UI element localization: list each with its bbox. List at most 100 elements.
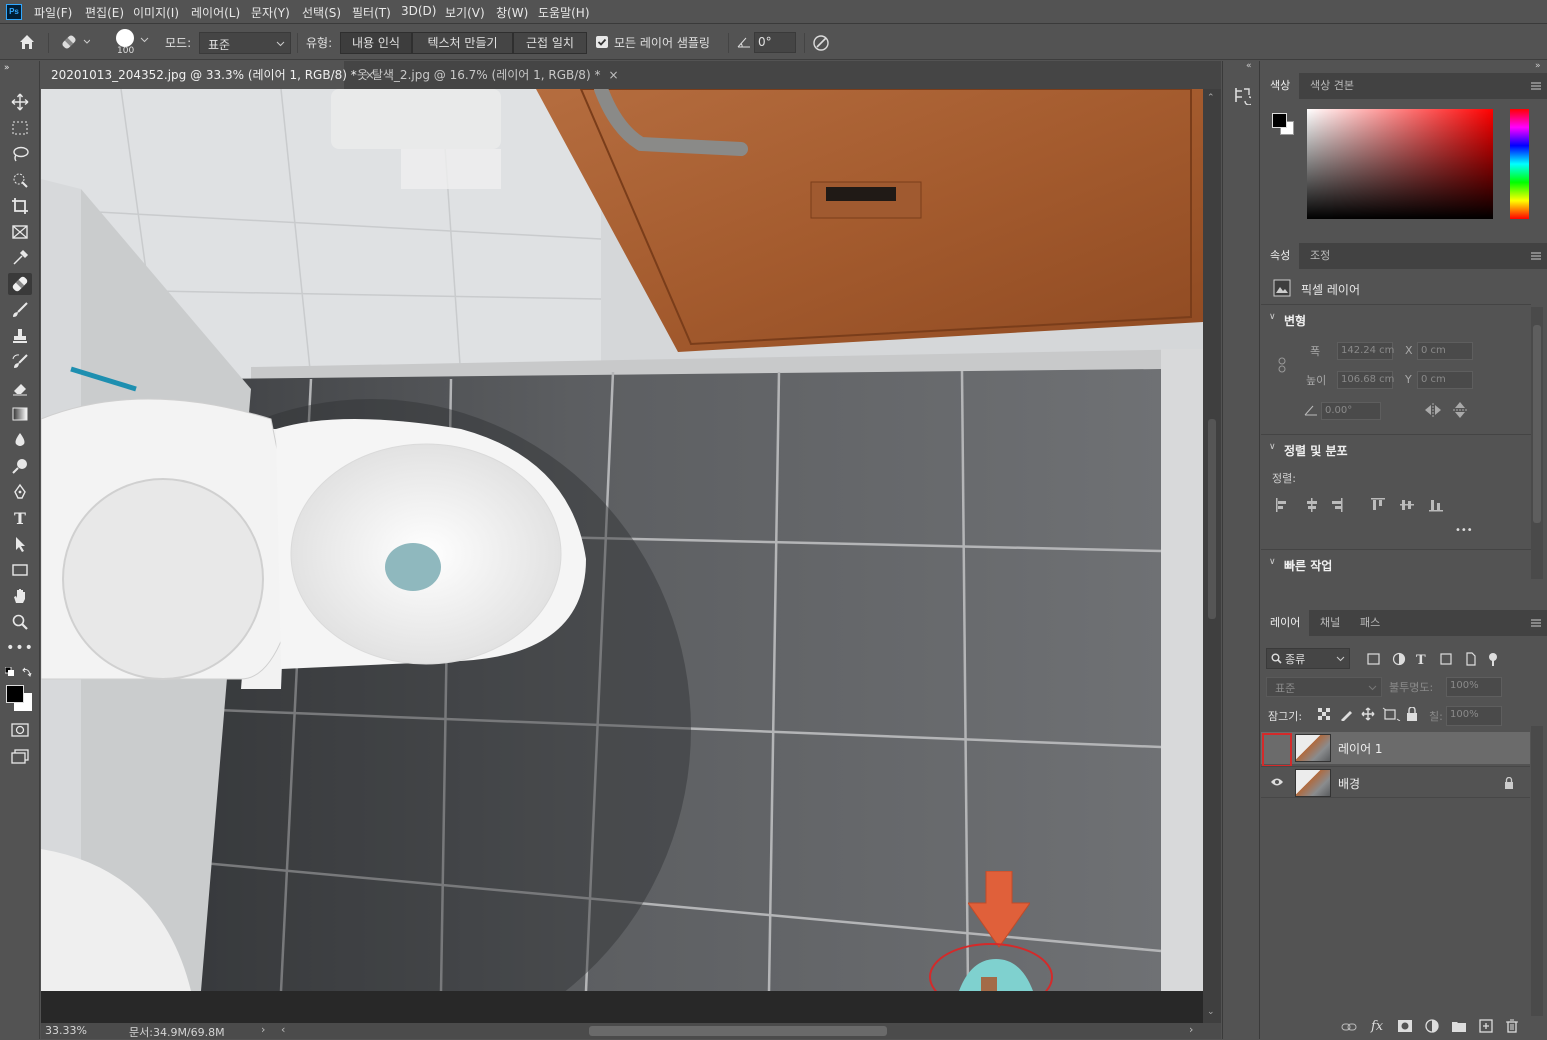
tab-adjustments[interactable]: 조정 (1301, 243, 1339, 269)
scroll-down-icon[interactable]: ⌄ (1207, 1007, 1215, 1017)
type-proximity-match-button[interactable]: 근접 일치 (513, 32, 587, 54)
height-field[interactable]: 106.68 cm (1337, 371, 1394, 389)
properties-scrollbar[interactable] (1531, 307, 1543, 579)
color-fg-swatch[interactable] (1272, 113, 1287, 128)
blend-mode-select[interactable]: 표준 (1266, 677, 1382, 697)
adjustment-layer-icon[interactable] (1425, 1019, 1439, 1033)
new-layer-icon[interactable] (1479, 1019, 1493, 1033)
link-icon[interactable] (1277, 357, 1287, 373)
move-tool-icon[interactable] (8, 91, 32, 113)
more-tools-icon[interactable]: ••• (6, 637, 33, 659)
clone-stamp-tool-icon[interactable] (8, 325, 32, 347)
panel-menu-icon[interactable] (1531, 618, 1541, 628)
color-picker-field[interactable] (1307, 109, 1493, 219)
new-group-icon[interactable] (1452, 1020, 1466, 1032)
layers-scrollbar[interactable] (1531, 726, 1543, 1016)
scroll-right-icon[interactable]: › (1189, 1023, 1193, 1036)
more-options-icon[interactable]: ••• (1455, 525, 1473, 536)
history-brush-tool-icon[interactable] (8, 351, 32, 373)
history-panel-icon[interactable] (1233, 85, 1251, 105)
pen-tool-icon[interactable] (8, 481, 32, 503)
canvas-area[interactable]: ⌃ ⌄ (41, 89, 1221, 1023)
chevron-down-icon[interactable]: ∨ (1269, 312, 1276, 322)
menu-layer[interactable]: 레이어(L) (191, 4, 240, 21)
zoom-tool-icon[interactable] (8, 611, 32, 633)
gradient-tool-icon[interactable] (8, 403, 32, 425)
panel-menu-icon[interactable] (1531, 81, 1541, 91)
scroll-thumb[interactable] (1208, 419, 1216, 619)
tab-layers[interactable]: 레이어 (1261, 610, 1310, 636)
panel-menu-icon[interactable] (1531, 251, 1541, 261)
marquee-tool-icon[interactable] (8, 117, 32, 139)
flip-vertical-icon[interactable] (1453, 401, 1467, 419)
hand-tool-icon[interactable] (8, 585, 32, 607)
menu-window[interactable]: 창(W) (496, 4, 528, 21)
swap-colors-icon[interactable] (22, 667, 32, 677)
screen-mode-icon[interactable] (8, 745, 32, 767)
type-create-texture-button[interactable]: 텍스처 만들기 (412, 32, 513, 54)
quick-mask-icon[interactable] (8, 719, 32, 741)
eraser-tool-icon[interactable] (8, 377, 32, 399)
dodge-tool-icon[interactable] (8, 455, 32, 477)
rotation-field[interactable]: 0.00° (1321, 402, 1381, 420)
opacity-field[interactable]: 100% (1446, 677, 1502, 697)
hue-slider[interactable] (1510, 109, 1529, 219)
menu-help[interactable]: 도움말(H) (538, 4, 590, 21)
x-field[interactable]: 0 cm (1417, 342, 1473, 360)
tab-swatches[interactable]: 색상 견본 (1301, 73, 1363, 99)
menu-type[interactable]: 문자(Y) (251, 4, 290, 21)
path-selection-tool-icon[interactable] (8, 533, 32, 555)
chevron-right-icon[interactable]: › (261, 1023, 265, 1036)
blur-tool-icon[interactable] (8, 429, 32, 451)
fx-icon[interactable]: fx (1371, 1019, 1383, 1034)
healing-brush-tool-icon[interactable] (8, 273, 32, 295)
horizontal-scroll-thumb[interactable] (589, 1026, 887, 1036)
tab-properties[interactable]: 속성 (1261, 243, 1300, 269)
quick-selection-tool-icon[interactable] (8, 169, 32, 191)
bathroom-photo[interactable] (41, 89, 1203, 991)
eyedropper-tool-icon[interactable] (8, 247, 32, 269)
link-layers-icon[interactable] (1341, 1021, 1357, 1033)
delete-layer-icon[interactable] (1506, 1019, 1518, 1033)
vertical-scrollbar[interactable]: ⌃ ⌄ (1203, 89, 1221, 1023)
menu-file[interactable]: 파일(F) (34, 4, 72, 21)
tab-document-2[interactable]: 옷 탈색_2.jpg @ 16.7% (레이어 1, RGB/8) * × (347, 61, 619, 89)
chevron-down-icon[interactable] (140, 37, 149, 43)
flip-horizontal-icon[interactable] (1424, 403, 1442, 417)
eye-icon[interactable] (1270, 777, 1284, 787)
foreground-color-swatch[interactable] (6, 685, 24, 703)
tab-channels[interactable]: 채널 (1311, 610, 1349, 636)
collapse-icon[interactable]: » (4, 63, 10, 73)
layer-name[interactable]: 배경 (1338, 775, 1360, 792)
frame-tool-icon[interactable] (8, 221, 32, 243)
mode-select[interactable]: 표준 (199, 32, 291, 54)
healing-brush-preset-icon[interactable] (60, 33, 90, 51)
tab-document-1[interactable]: 20201013_204352.jpg @ 33.3% (레이어 1, RGB/… (41, 61, 375, 89)
y-field[interactable]: 0 cm (1417, 371, 1473, 389)
menu-view[interactable]: 보기(V) (445, 4, 485, 21)
tab-paths[interactable]: 패스 (1351, 610, 1389, 636)
menu-select[interactable]: 선택(S) (302, 4, 341, 21)
angle-input[interactable]: 0° (754, 32, 796, 53)
expand-icon[interactable]: « (1246, 61, 1252, 71)
scroll-left-icon[interactable]: ‹ (281, 1023, 285, 1036)
sample-all-layers-checkbox[interactable] (596, 36, 608, 48)
default-colors-icon[interactable] (5, 667, 15, 677)
crop-tool-icon[interactable] (8, 195, 32, 217)
close-icon[interactable]: × (608, 68, 618, 82)
menu-edit[interactable]: 편집(E) (85, 4, 124, 21)
pressure-size-icon[interactable] (812, 34, 830, 52)
type-content-aware-button[interactable]: 내용 인식 (340, 32, 412, 54)
menu-3d[interactable]: 3D(D) (401, 4, 436, 18)
home-icon[interactable] (18, 33, 36, 51)
chevron-down-icon[interactable]: ∨ (1269, 557, 1276, 567)
width-field[interactable]: 142.24 cm (1337, 342, 1394, 360)
fill-field[interactable]: 100% (1446, 706, 1502, 726)
chevron-down-icon[interactable]: ∨ (1269, 442, 1276, 452)
menu-image[interactable]: 이미지(I) (133, 4, 179, 21)
collapse-panels-icon[interactable]: » (1535, 61, 1541, 71)
type-tool-icon[interactable]: T (8, 507, 32, 529)
scroll-up-icon[interactable]: ⌃ (1207, 93, 1215, 103)
add-mask-icon[interactable] (1398, 1020, 1412, 1032)
brush-size-icon[interactable] (116, 29, 134, 47)
